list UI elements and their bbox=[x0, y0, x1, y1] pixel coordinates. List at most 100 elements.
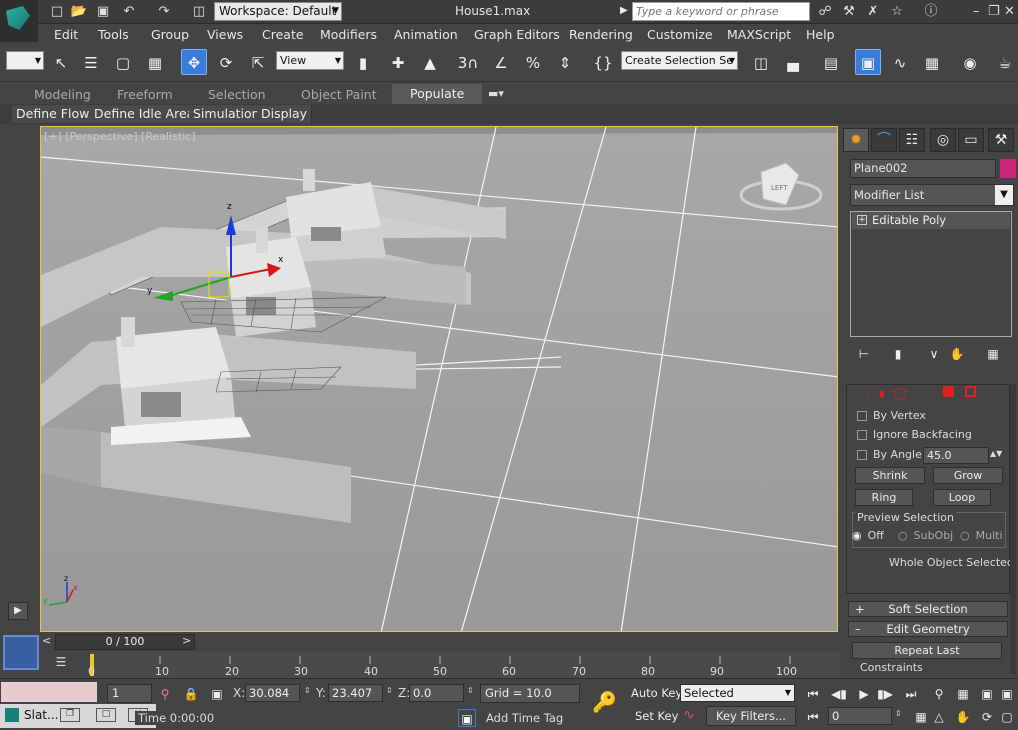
perspective-viewport[interactable]: z x y LEFT z x y bbox=[40, 126, 838, 632]
object-name-field[interactable]: Plane002 bbox=[850, 159, 996, 178]
repeat-last-button[interactable]: Repeat Last bbox=[852, 642, 1002, 659]
select-scale-icon[interactable]: ⇱ bbox=[245, 49, 271, 75]
align-icon[interactable]: ▄ bbox=[780, 49, 806, 75]
edit-geometry-rollout[interactable]: – Edit Geometry bbox=[848, 621, 1008, 637]
tools-icon[interactable]: ⚒ bbox=[840, 3, 858, 21]
zoom-all-icon[interactable]: ▦ bbox=[954, 685, 972, 703]
time-slider[interactable]: 0 / 100 bbox=[55, 634, 195, 650]
viewport-label[interactable]: [+] [Perspective] [Realistic] bbox=[44, 130, 196, 143]
polygon-level-icon[interactable] bbox=[943, 386, 954, 397]
redo-icon[interactable]: ↷ bbox=[155, 3, 173, 21]
spinner-icon[interactable]: ⇕ bbox=[386, 686, 393, 695]
named-selection-dropdown[interactable]: Create Selection Se ▼ bbox=[621, 51, 738, 70]
remove-modifier-icon[interactable]: ✋ bbox=[948, 345, 966, 363]
binoculars-icon[interactable]: ☍ bbox=[816, 3, 834, 21]
select-object-icon[interactable]: ↖ bbox=[48, 49, 74, 75]
pivot-center-icon[interactable]: ▮ bbox=[350, 49, 376, 75]
absolute-mode-icon[interactable]: ▣ bbox=[208, 685, 226, 703]
subtab-simulation[interactable]: Simulation bbox=[189, 105, 265, 123]
maximize-viewport-icon[interactable]: ▢ bbox=[998, 708, 1016, 726]
prev-key-icon[interactable]: ◀▮ bbox=[830, 685, 848, 703]
shrink-button[interactable]: Shrink bbox=[855, 467, 925, 484]
object-color-swatch[interactable] bbox=[1000, 159, 1016, 178]
curve-icon[interactable]: ∿ bbox=[683, 707, 695, 723]
track-bar[interactable] bbox=[89, 652, 840, 678]
set-key-button[interactable]: Set Key bbox=[635, 709, 678, 723]
modifier-list-dropdown[interactable]: Modifier List ▼ bbox=[850, 184, 1014, 206]
angle-value-field[interactable]: 45.0 bbox=[923, 447, 989, 464]
menu-group[interactable]: Group bbox=[151, 27, 189, 42]
orbit-icon[interactable]: ⟳ bbox=[978, 708, 996, 726]
modify-tab-icon[interactable]: ⌒ bbox=[871, 128, 897, 152]
menu-tools[interactable]: Tools bbox=[98, 27, 129, 42]
lock-selection-icon[interactable]: 🔒 bbox=[182, 685, 200, 703]
preview-multi-radio[interactable]: ○ Multi bbox=[960, 529, 1003, 542]
play-icon[interactable]: ▶ bbox=[855, 685, 873, 703]
subtab-define-flows[interactable]: Define Flows bbox=[12, 105, 101, 123]
subtab-display[interactable]: Display bbox=[257, 105, 313, 123]
ribbon-options-icon[interactable]: ▬▾ bbox=[488, 87, 504, 100]
manipulate-icon[interactable]: ✚ bbox=[385, 49, 411, 75]
menu-views[interactable]: Views bbox=[207, 27, 243, 42]
select-rotate-icon[interactable]: ⟳ bbox=[213, 49, 239, 75]
zoom-icon[interactable]: ⚲ bbox=[930, 685, 948, 703]
layer-manager-icon[interactable]: ▤ bbox=[818, 49, 844, 75]
spinner-snap-icon[interactable]: ⇕ bbox=[552, 49, 578, 75]
preview-off-radio[interactable]: ◉ Off bbox=[852, 529, 884, 542]
isolate-icon[interactable]: ⚲ bbox=[156, 685, 174, 703]
render-setup-icon[interactable]: ☕ bbox=[992, 49, 1018, 75]
expand-plus-icon[interactable]: + bbox=[857, 215, 867, 225]
show-end-result-icon[interactable]: ▮ bbox=[889, 345, 907, 363]
open-file-icon[interactable]: 📂 bbox=[70, 3, 88, 21]
help-icon[interactable]: ⓘ bbox=[922, 3, 940, 21]
tab-modeling[interactable]: Modeling bbox=[34, 87, 91, 102]
mirror-icon[interactable]: ◫ bbox=[748, 49, 774, 75]
search-input[interactable]: Type a keyword or phrase bbox=[632, 2, 810, 21]
restore-icon[interactable]: ❐ bbox=[60, 708, 80, 722]
rectangle-selection-icon[interactable]: ▢ bbox=[110, 49, 136, 75]
pan-icon[interactable]: ✋ bbox=[954, 708, 972, 726]
element-level-icon[interactable] bbox=[965, 386, 976, 397]
by-vertex-checkbox[interactable]: By Vertex bbox=[857, 409, 926, 422]
auto-key-button[interactable]: Auto Key bbox=[631, 686, 682, 700]
material-editor-icon[interactable]: ◉ bbox=[957, 49, 983, 75]
next-key-icon[interactable]: ▮▶ bbox=[876, 685, 894, 703]
window-crossing-icon[interactable]: ▦ bbox=[142, 49, 168, 75]
workspace-dropdown[interactable]: Workspace: Default ▼ bbox=[214, 2, 342, 21]
preview-subobj-radio[interactable]: ○ SubObj bbox=[898, 529, 953, 542]
goto-start-icon[interactable]: ⏮ bbox=[804, 685, 822, 703]
tab-object-paint[interactable]: Object Paint bbox=[301, 87, 377, 102]
curve-editor-icon[interactable]: ∿ bbox=[887, 49, 913, 75]
select-move-icon[interactable]: ✥ bbox=[181, 49, 207, 75]
next-frame-icon[interactable]: > bbox=[182, 634, 191, 647]
percent-snap-icon[interactable]: % bbox=[520, 49, 546, 75]
soft-selection-rollout[interactable]: + Soft Selection bbox=[848, 601, 1008, 617]
trackbar-toggle-icon[interactable]: ☰ bbox=[52, 655, 70, 673]
angle-snap-icon[interactable]: ∠ bbox=[488, 49, 514, 75]
menu-modifiers[interactable]: Modifiers bbox=[320, 27, 377, 42]
selection-filter-dropdown[interactable]: ▼ bbox=[6, 51, 44, 70]
community-icon[interactable]: ✗ bbox=[864, 3, 882, 21]
spinner-icon[interactable]: ⇕ bbox=[895, 709, 902, 718]
configure-sets-icon[interactable]: ▦ bbox=[984, 345, 1002, 363]
undo-icon[interactable]: ↶ bbox=[120, 3, 138, 21]
loop-button[interactable]: Loop bbox=[933, 489, 991, 506]
current-frame-field[interactable]: 0 bbox=[828, 707, 892, 725]
viewport-layout-button[interactable] bbox=[3, 635, 39, 670]
maxscript-listener[interactable] bbox=[1, 682, 97, 702]
hierarchy-tab-icon[interactable]: ☷ bbox=[899, 128, 925, 152]
add-time-tag-button[interactable]: Add Time Tag bbox=[486, 711, 563, 725]
spinner-icon[interactable]: ⇕ bbox=[467, 686, 474, 695]
menu-rendering[interactable]: Rendering bbox=[569, 27, 633, 42]
menu-customize[interactable]: Customize bbox=[647, 27, 713, 42]
menu-animation[interactable]: Animation bbox=[394, 27, 458, 42]
reference-coord-dropdown[interactable]: View ▼ bbox=[276, 51, 344, 70]
scene-explorer-icon[interactable]: ▣ bbox=[855, 49, 881, 75]
y-coord-field[interactable]: 23.407 bbox=[328, 684, 383, 702]
prev-frame-icon[interactable]: < bbox=[42, 634, 51, 647]
key-mode-toggle-icon[interactable]: ⏮ bbox=[804, 708, 822, 726]
x-coord-field[interactable]: 30.084 bbox=[245, 684, 300, 702]
display-tab-icon[interactable]: ▭ bbox=[958, 128, 984, 152]
minimize-icon[interactable]: – bbox=[973, 4, 980, 19]
close-icon[interactable]: ✕ bbox=[1004, 4, 1015, 19]
